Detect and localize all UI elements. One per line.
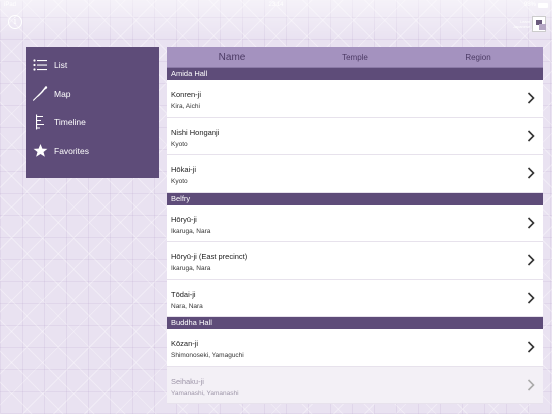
section-header: Belfry (167, 192, 543, 205)
temple-region: Kyoto (171, 178, 188, 185)
battery-indicator: 98% (524, 2, 548, 8)
temple-name: Seihaku-ji (171, 376, 204, 386)
temple-region: Ikaruga, Nara (171, 227, 211, 235)
temple-name: Hōryū-ji (171, 214, 197, 224)
table-row[interactable]: Hōkai-ji Kyoto (167, 155, 543, 193)
sidebar-item-map[interactable]: Map (26, 80, 159, 109)
temple-name: Konren-ji (171, 90, 202, 99)
temple-region: Kyoto (171, 140, 188, 148)
info-button[interactable]: i (8, 15, 22, 29)
learn-japanese-icon (532, 16, 546, 32)
temple-name: Hōryū-ji (East precinct) (171, 252, 248, 261)
temple-name: Tōdai-ji (171, 289, 196, 299)
battery-percent: 98% (523, 2, 536, 8)
sidebar: List Map Timeline Favorites (26, 47, 159, 178)
chevron-right-icon (527, 291, 535, 304)
japan-map-icon (32, 86, 48, 102)
sidebar-item-list[interactable]: List (26, 51, 159, 80)
sort-by-temple-tab[interactable]: Temple (297, 53, 413, 62)
table-row[interactable]: Hōryū-ji Ikaruga, Nara (167, 204, 543, 242)
temple-name: Hōkai-ji (171, 165, 197, 174)
temple-region: Kira, Aichi (171, 103, 200, 110)
chevron-right-icon (527, 254, 535, 266)
chevron-right-icon (527, 92, 535, 104)
table-row[interactable]: Seihaku-ji Yamanashi, Yamanashi (167, 366, 543, 404)
star-icon (32, 143, 48, 159)
temple-region: Ikaruga, Nara (171, 265, 211, 272)
chevron-right-icon (527, 129, 535, 142)
sidebar-item-favorites[interactable]: Favorites (26, 137, 159, 166)
table-row[interactable]: Kōzan-ji Shimonoseki, Yamaguchi (167, 329, 543, 367)
status-bar: iPad 23:14 98% (0, 0, 552, 10)
sidebar-item-label: Favorites (54, 145, 89, 156)
timeline-icon (32, 114, 48, 130)
temple-region: Yamanashi, Yamanashi (171, 389, 239, 397)
chevron-right-icon (527, 167, 535, 179)
clock: 23:14 (268, 2, 284, 8)
list-icon (32, 57, 48, 73)
learn-japanese-button[interactable]: Learn Japanese (506, 14, 546, 34)
temple-list: Name Temple Region Amida Hall Konren-ji … (167, 47, 543, 414)
chevron-right-icon (527, 216, 535, 229)
sort-by-region-tab[interactable]: Region (413, 53, 543, 62)
sort-by-name-tab[interactable]: Name (167, 52, 297, 63)
temple-name: Kōzan-ji (171, 339, 199, 348)
sidebar-item-label: Timeline (54, 117, 86, 128)
chevron-right-icon (527, 378, 535, 391)
temple-region: Nara, Nara (171, 302, 203, 310)
table-row[interactable]: Tōdai-ji Nara, Nara (167, 279, 543, 317)
table-row[interactable]: Hōryū-ji (East precinct) Ikaruga, Nara (167, 242, 543, 280)
temple-region: Shimonoseki, Yamaguchi (171, 352, 244, 359)
sidebar-item-label: List (54, 60, 68, 71)
sidebar-item-timeline[interactable]: Timeline (26, 108, 159, 137)
learn-label: Learn Japanese (512, 19, 531, 29)
chevron-right-icon (527, 341, 535, 353)
section-header: Amida Hall (167, 68, 543, 80)
column-header-bar: Name Temple Region (167, 47, 543, 68)
table-row[interactable]: Konren-ji Kira, Aichi (167, 80, 543, 118)
section-header: Buddha Hall (167, 317, 543, 329)
sidebar-item-label: Map (54, 88, 71, 99)
temple-name: Nishi Honganji (171, 127, 220, 137)
battery-icon (538, 2, 548, 8)
table-row[interactable]: Nishi Honganji Kyoto (167, 117, 543, 155)
